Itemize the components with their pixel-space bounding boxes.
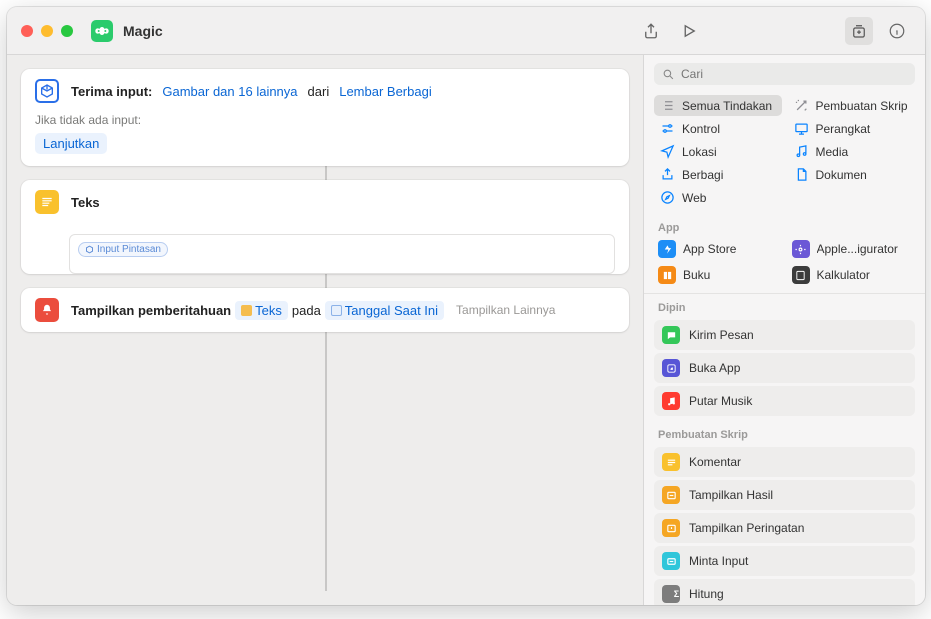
ask-input-icon [662,552,680,570]
input-source-token[interactable]: Lembar Berbagi [333,82,438,101]
open-app-icon [662,359,680,377]
music-icon [662,392,680,410]
calculate-icon: Σ [662,585,680,603]
apps-header: App [644,214,925,237]
category-scripting[interactable]: Pembuatan Skrip [788,95,916,116]
search-field[interactable] [654,63,915,85]
text-action-title: Teks [71,195,100,210]
shortcut-input-pill[interactable]: Input Pintasan [78,242,168,257]
scripting-comment[interactable]: Komentar [654,447,915,477]
receive-input-card[interactable]: Terima input: Gambar dan 16 lainnya dari… [21,69,629,166]
notification-card[interactable]: Tampilkan pemberitahuan Teks pada Tangga… [21,288,629,332]
actions-sidebar: Semua Tindakan Pembuatan Skrip Kontrol [643,55,925,605]
scripting-calculate[interactable]: Σ Hitung [654,579,915,605]
category-grid: Semua Tindakan Pembuatan Skrip Kontrol [644,89,925,214]
window-title: Magic [123,23,163,39]
workflow-canvas[interactable]: Terima input: Gambar dan 16 lainnya dari… [7,55,643,605]
messages-icon [662,326,680,344]
calendar-mini-icon [331,305,342,316]
safari-icon [660,190,675,205]
text-action-card[interactable]: Teks Input Pintasan [21,180,629,274]
appstore-icon [658,240,676,258]
titlebar: Magic [7,7,925,55]
configurator-icon [792,240,810,258]
location-icon [660,144,675,159]
category-media[interactable]: Media [788,141,916,162]
apps-list: App Store Apple...igurator Buku [644,237,925,287]
pinned-header: Dipin [644,294,925,317]
category-control[interactable]: Kontrol [654,118,782,139]
app-item-books[interactable]: Buku [654,263,782,287]
app-item-appstore[interactable]: App Store [654,237,782,261]
scripting-show-alert[interactable]: Tampilkan Peringatan [654,513,915,543]
text-mini-icon [241,305,252,316]
category-device[interactable]: Perangkat [788,118,916,139]
from-word: dari [308,84,330,99]
text-icon [35,190,59,214]
library-button[interactable] [845,17,873,45]
on-word: pada [292,303,321,318]
receive-icon [35,79,59,103]
close-button[interactable] [21,25,33,37]
maximize-button[interactable] [61,25,73,37]
document-icon [794,167,809,182]
category-sharing[interactable]: Berbagi [654,164,782,185]
app-icon [91,20,113,42]
category-web[interactable]: Web [654,187,782,208]
category-documents[interactable]: Dokumen [788,164,916,185]
continue-token[interactable]: Lanjutkan [35,133,107,154]
info-button[interactable] [883,17,911,45]
bell-icon [35,298,59,322]
scripting-header: Pembuatan Skrip [644,421,925,444]
list-icon [660,98,675,113]
result-icon [662,486,680,504]
traffic-lights [21,25,73,37]
scripting-ask-input[interactable]: Minta Input [654,546,915,576]
wand-icon [794,98,809,113]
receive-label: Terima input: [71,84,152,99]
share-icon [660,167,675,182]
share-button[interactable] [637,17,665,45]
device-icon [794,121,809,136]
music-note-icon [794,144,809,159]
notify-title: Tampilkan pemberitahuan [71,303,231,318]
app-window: Magic Terima input: Gamb [7,7,925,605]
text-input-field[interactable]: Input Pintasan [69,234,615,274]
calculator-icon [792,266,810,284]
category-location[interactable]: Lokasi [654,141,782,162]
notify-var-date[interactable]: Tanggal Saat Ini [325,301,444,320]
app-item-configurator[interactable]: Apple...igurator [788,237,916,261]
scripting-show-result[interactable]: Tampilkan Hasil [654,480,915,510]
notify-var-text[interactable]: Teks [235,301,288,320]
category-all-actions[interactable]: Semua Tindakan [654,95,782,116]
search-icon [662,68,675,81]
pill-label: Input Pintasan [97,244,161,255]
alert-icon [662,519,680,537]
pinned-send-message[interactable]: Kirim Pesan [654,320,915,350]
run-button[interactable] [675,17,703,45]
no-input-label: Jika tidak ada input: [35,113,615,127]
comment-icon [662,453,680,471]
sliders-icon [660,121,675,136]
show-more-link[interactable]: Tampilkan Lainnya [456,303,555,317]
app-item-calculator[interactable]: Kalkulator [788,263,916,287]
pinned-open-app[interactable]: Buka App [654,353,915,383]
books-icon [658,266,676,284]
minimize-button[interactable] [41,25,53,37]
input-types-token[interactable]: Gambar dan 16 lainnya [156,82,303,101]
search-input[interactable] [681,67,907,81]
pinned-play-music[interactable]: Putar Musik [654,386,915,416]
